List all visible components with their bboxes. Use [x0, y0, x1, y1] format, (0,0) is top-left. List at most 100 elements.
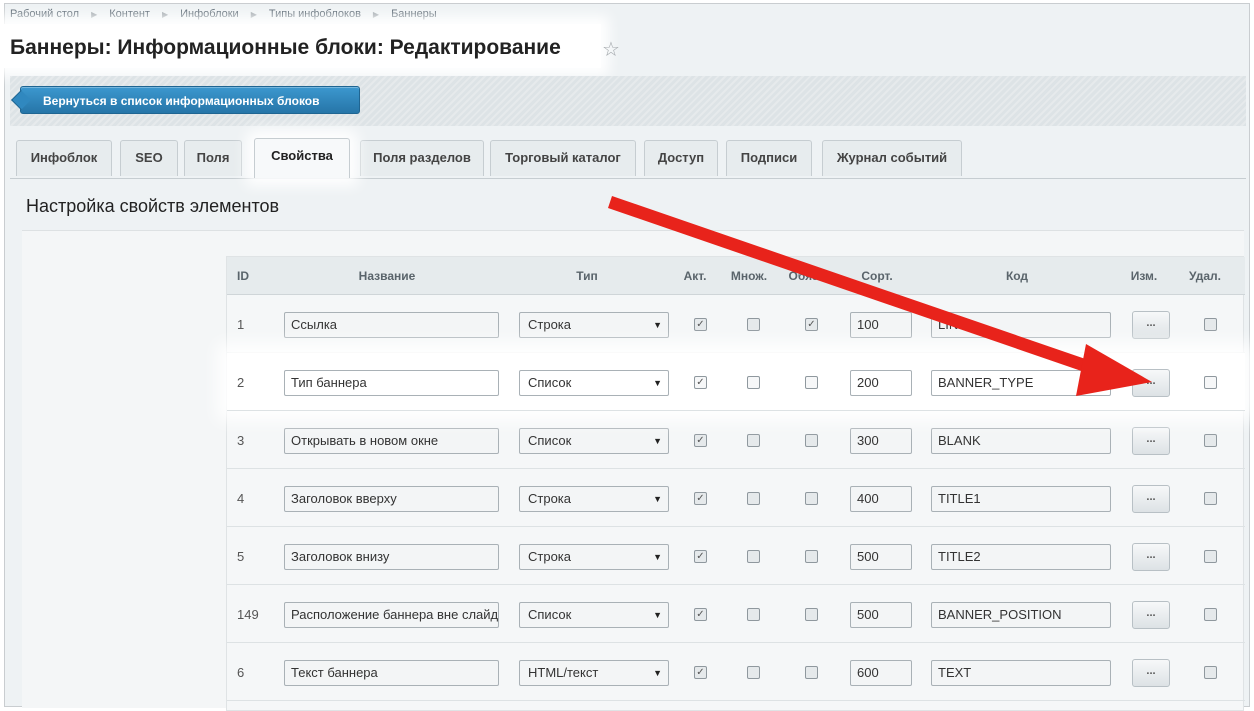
- star-icon[interactable]: ☆: [602, 37, 620, 62]
- edit-property-button[interactable]: ...: [1132, 427, 1170, 455]
- property-type-select[interactable]: Список ▼: [519, 428, 669, 454]
- dropdown-caret-icon: ▼: [653, 436, 662, 446]
- multiple-checkbox[interactable]: [747, 608, 760, 621]
- delete-checkbox[interactable]: [1204, 376, 1217, 389]
- sort-input[interactable]: 500: [850, 602, 912, 628]
- multiple-checkbox[interactable]: [747, 434, 760, 447]
- code-input[interactable]: TITLE1: [931, 486, 1111, 512]
- sort-input[interactable]: 500: [850, 544, 912, 570]
- code-input[interactable]: TITLE2: [931, 544, 1111, 570]
- code-input[interactable]: TEXT: [931, 660, 1111, 686]
- page-title: Баннеры: Информационные блоки: Редактиро…: [10, 36, 561, 59]
- code-input[interactable]: BANNER_TYPE: [931, 370, 1111, 396]
- edit-property-button[interactable]: ...: [1132, 543, 1170, 571]
- active-checkbox[interactable]: ✓: [694, 318, 707, 331]
- active-checkbox[interactable]: ✓: [694, 492, 707, 505]
- sort-input[interactable]: 600: [850, 660, 912, 686]
- back-button-label: Вернуться в список информационных блоков: [43, 94, 320, 108]
- tab-4[interactable]: Свойства: [254, 138, 350, 178]
- active-checkbox[interactable]: ✓: [694, 550, 707, 563]
- breadcrumb-separator-icon: ▶: [372, 9, 380, 19]
- breadcrumb-item[interactable]: Типы инфоблоков: [269, 8, 361, 20]
- property-type-value: Строка: [528, 317, 572, 332]
- property-name-input[interactable]: Расположение баннера вне слайд: [284, 602, 499, 628]
- delete-checkbox[interactable]: [1204, 434, 1217, 447]
- delete-checkbox[interactable]: [1204, 666, 1217, 679]
- table-row: 5 Заголовок внизу Строка ▼ ✓ 500 TITLE2...: [227, 527, 1245, 585]
- tab-8[interactable]: Подписи: [726, 140, 812, 176]
- required-checkbox[interactable]: [805, 608, 818, 621]
- column-header: ID: [237, 269, 249, 283]
- sort-input[interactable]: 100: [850, 312, 912, 338]
- edit-property-button[interactable]: ...: [1132, 311, 1170, 339]
- column-header: Сорт.: [861, 269, 893, 283]
- property-type-select[interactable]: Строка ▼: [519, 544, 669, 570]
- multiple-checkbox[interactable]: [747, 666, 760, 679]
- required-checkbox[interactable]: [805, 434, 818, 447]
- breadcrumb-item[interactable]: Инфоблоки: [180, 8, 239, 20]
- active-checkbox[interactable]: ✓: [694, 666, 707, 679]
- property-type-select[interactable]: Список ▼: [519, 602, 669, 628]
- column-header: Акт.: [683, 269, 707, 283]
- table-row: 149 Расположение баннера вне слайд Список ▼…: [227, 585, 1245, 643]
- required-checkbox[interactable]: [805, 376, 818, 389]
- row-id: 5: [237, 549, 245, 564]
- property-name-input[interactable]: Ссылка: [284, 312, 499, 338]
- breadcrumb-item[interactable]: Контент: [109, 8, 150, 20]
- required-checkbox[interactable]: [805, 492, 818, 505]
- column-header: Множ.: [730, 269, 768, 283]
- dropdown-caret-icon: ▼: [653, 610, 662, 620]
- dropdown-caret-icon: ▼: [653, 378, 662, 388]
- property-type-select[interactable]: Строка ▼: [519, 312, 669, 338]
- edit-property-button[interactable]: ...: [1132, 659, 1170, 687]
- edit-property-button[interactable]: ...: [1132, 601, 1170, 629]
- code-input[interactable]: BLANK: [931, 428, 1111, 454]
- table-header: ID Название Тип Акт. Множ. Обяз. Сорт. Код Изм. У…: [227, 257, 1245, 295]
- active-checkbox[interactable]: ✓: [694, 434, 707, 447]
- tab-6[interactable]: Торговый каталог: [490, 140, 636, 176]
- back-to-list-button[interactable]: Вернуться в список информационных блоков: [11, 86, 360, 114]
- property-name-input[interactable]: Заголовок вверху: [284, 486, 499, 512]
- tab-9[interactable]: Журнал событий: [822, 140, 962, 176]
- active-checkbox[interactable]: ✓: [694, 608, 707, 621]
- delete-checkbox[interactable]: [1204, 550, 1217, 563]
- tab-bar: Инфоблок SEO Поля Свойства Поля разделов Торг…: [10, 138, 1246, 178]
- sort-input[interactable]: 300: [850, 428, 912, 454]
- breadcrumb-separator-icon: ▶: [161, 9, 169, 19]
- property-name-input[interactable]: Тип баннера: [284, 370, 499, 396]
- column-header: Название: [358, 269, 416, 283]
- required-checkbox[interactable]: ✓: [805, 318, 818, 331]
- breadcrumb-item[interactable]: Баннеры: [391, 8, 437, 20]
- required-checkbox[interactable]: [805, 550, 818, 563]
- multiple-checkbox[interactable]: [747, 376, 760, 389]
- sort-input[interactable]: 400: [850, 486, 912, 512]
- sort-input[interactable]: 200: [850, 370, 912, 396]
- active-checkbox[interactable]: ✓: [694, 376, 707, 389]
- property-name-input[interactable]: Текст баннера: [284, 660, 499, 686]
- property-type-select[interactable]: Список ▼: [519, 370, 669, 396]
- tab-1[interactable]: Инфоблок: [16, 140, 112, 176]
- property-name-input[interactable]: Заголовок внизу: [284, 544, 499, 570]
- multiple-checkbox[interactable]: [747, 492, 760, 505]
- property-type-select[interactable]: Строка ▼: [519, 486, 669, 512]
- tab-7[interactable]: Доступ: [644, 140, 718, 176]
- code-input[interactable]: LINK: [931, 312, 1111, 338]
- column-header: Изм.: [1130, 269, 1158, 283]
- tab-5[interactable]: Поля разделов: [360, 140, 484, 176]
- required-checkbox[interactable]: [805, 666, 818, 679]
- breadcrumb-separator-icon: ▶: [91, 9, 98, 19]
- tab-2[interactable]: SEO: [120, 140, 178, 176]
- multiple-checkbox[interactable]: [747, 318, 760, 331]
- property-type-select[interactable]: HTML/текст ▼: [519, 660, 669, 686]
- multiple-checkbox[interactable]: [747, 550, 760, 563]
- edit-property-button[interactable]: ...: [1132, 369, 1170, 397]
- breadcrumb-item[interactable]: Рабочий стол: [10, 8, 79, 20]
- delete-checkbox[interactable]: [1204, 608, 1217, 621]
- delete-checkbox[interactable]: [1204, 318, 1217, 331]
- tab-3[interactable]: Поля: [184, 140, 242, 176]
- property-name-input[interactable]: Открывать в новом окне: [284, 428, 499, 454]
- edit-property-button[interactable]: ...: [1132, 485, 1170, 513]
- delete-checkbox[interactable]: [1204, 492, 1217, 505]
- code-input[interactable]: BANNER_POSITION: [931, 602, 1111, 628]
- dropdown-caret-icon: ▼: [653, 320, 662, 330]
